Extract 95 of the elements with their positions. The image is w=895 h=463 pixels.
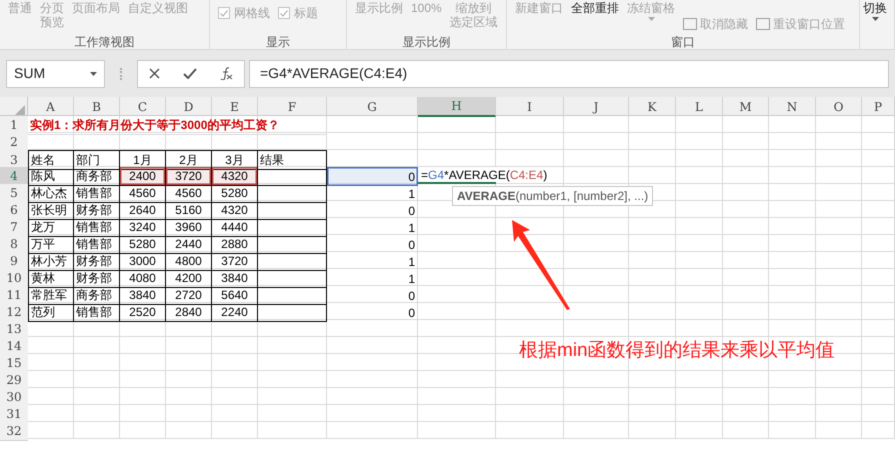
table-cell: 万平 <box>28 235 74 254</box>
table-cell: 3月 <box>212 150 258 170</box>
empty-cell <box>258 235 327 254</box>
function-icon[interactable] <box>220 67 233 80</box>
corner-triangle-icon <box>15 105 25 115</box>
table-cell: 商务部 <box>74 286 120 305</box>
group-label: 窗口 <box>671 36 695 48</box>
table-cell: 2400 <box>120 167 166 186</box>
empty-cell <box>258 184 327 203</box>
table-cell: 商务部 <box>74 167 120 186</box>
sheet-title: 实例1：求所有月份大于等于3000的平均工资？ <box>30 118 280 132</box>
checkbox-label: 标题 <box>294 5 318 22</box>
table-cell-text: 0 <box>407 236 416 254</box>
table-cell: 财务部 <box>74 269 120 288</box>
table-cell: 4560 <box>166 184 212 203</box>
table-cell: 销售部 <box>74 303 120 322</box>
table-cell: 2240 <box>212 303 258 322</box>
table-cell: 张长明 <box>28 201 74 220</box>
table-cell: 部门 <box>74 150 120 170</box>
empty-cell <box>258 201 327 220</box>
table-cell: 2520 <box>120 303 166 322</box>
table-cell: 2840 <box>166 303 212 322</box>
table-cell: 2720 <box>166 286 212 305</box>
formula-input[interactable]: =G4*AVERAGE(C4:E4) <box>249 60 889 88</box>
table-cell: 2880 <box>212 235 258 254</box>
check-icon <box>220 10 228 16</box>
table-cell: 3720 <box>212 252 258 271</box>
table-cell: 姓名 <box>28 150 74 170</box>
close-icon[interactable] <box>149 68 160 79</box>
table-cell-text: 0 <box>407 202 416 220</box>
table-cell: 林心杰 <box>28 184 74 203</box>
empty-cell <box>258 252 327 271</box>
table-cell: 4320 <box>212 167 258 186</box>
caret-icon <box>90 72 97 76</box>
checkbox[interactable] <box>218 7 230 19</box>
empty-cell <box>258 303 327 322</box>
table-cell: 销售部 <box>74 218 120 237</box>
table-cell: 2月 <box>166 150 212 170</box>
table-cell: 2640 <box>120 201 166 220</box>
check-icon[interactable] <box>182 68 197 79</box>
table-cell: 1月 <box>120 150 166 170</box>
table-cell: 4200 <box>166 269 212 288</box>
function-tooltip: AVERAGE(number1, [number2], ...) <box>452 186 654 206</box>
table-cell: 3840 <box>212 269 258 288</box>
table-cell: 4320 <box>212 201 258 220</box>
table-cell: 3960 <box>166 218 212 237</box>
ribbon-button[interactable]: 全部重排 <box>571 1 619 15</box>
name-box[interactable]: SUM <box>6 60 105 88</box>
annotation-text: 根据min函数得到的结果来乘以平均值 <box>519 340 835 362</box>
table-cell: 销售部 <box>74 235 120 254</box>
window-icon <box>683 18 697 30</box>
ribbon-button[interactable]: 切换 <box>863 1 887 15</box>
table-cell: 5280 <box>212 184 258 203</box>
column-header[interactable]: H <box>418 97 496 117</box>
table-cell: 3720 <box>166 167 212 186</box>
group-label: 工作簿视图 <box>74 36 134 48</box>
table-cell: 结果 <box>258 150 327 170</box>
table-cell: 常胜军 <box>28 286 74 305</box>
empty-cell <box>258 286 327 305</box>
table-cell-text: 1 <box>407 220 416 236</box>
table-cell: 5280 <box>120 235 166 254</box>
table-cell: 黄林 <box>28 269 74 288</box>
empty-cell <box>258 269 327 288</box>
checkbox-label: 网格线 <box>234 5 270 22</box>
table-cell-text: 1 <box>407 270 416 288</box>
table-cell: 2440 <box>166 235 212 254</box>
row-header[interactable]: 32 <box>0 422 28 441</box>
table-cell-text: 1 <box>407 186 416 202</box>
table-cell: 4560 <box>120 184 166 203</box>
table-cell: 陈风 <box>28 167 74 186</box>
table-cell: 3240 <box>120 218 166 237</box>
editing-cell[interactable]: =G4*AVERAGE(C4:E4) <box>421 167 548 183</box>
group-label: 显示 <box>266 36 290 48</box>
check-icon <box>280 10 288 16</box>
group-label: 显示比例 <box>402 36 450 48</box>
table-cell: 林小芳 <box>28 252 74 271</box>
table-cell: 4440 <box>212 218 258 237</box>
table-cell: 3840 <box>120 286 166 305</box>
table-cell-text: 1 <box>407 254 416 270</box>
table-cell: 5640 <box>212 286 258 305</box>
table-cell: 财务部 <box>74 252 120 271</box>
checkbox[interactable] <box>278 7 290 19</box>
table-cell: 4800 <box>166 252 212 271</box>
table-cell: 4080 <box>120 269 166 288</box>
table-cell: 范列 <box>28 303 74 322</box>
table-cell: 0 <box>327 167 418 186</box>
table-cell: 3000 <box>120 252 166 271</box>
table-cell-text: 0 <box>407 304 416 322</box>
empty-cell <box>258 218 327 237</box>
handle-icon[interactable] <box>120 68 122 80</box>
table-cell-text: 0 <box>407 288 416 304</box>
table-cell: 龙万 <box>28 218 74 237</box>
table-cell: 销售部 <box>74 184 120 203</box>
table-cell: 5160 <box>166 201 212 220</box>
table-cell: 财务部 <box>74 201 120 220</box>
